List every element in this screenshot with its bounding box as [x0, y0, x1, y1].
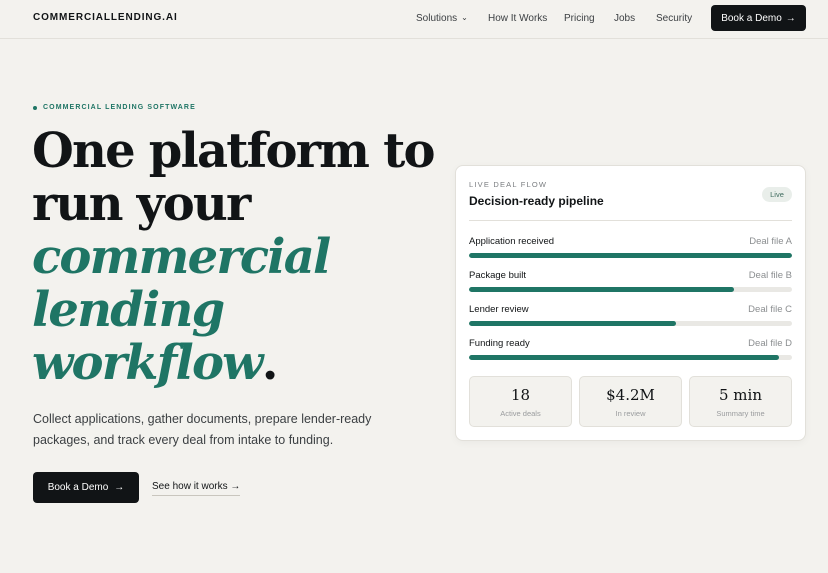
stage-label: Application received: [469, 236, 555, 247]
stat-label: Summary time: [716, 409, 765, 418]
hero-subcopy: Collect applications, gather documents, …: [33, 412, 372, 447]
nav-links: Solutions ⌄ How It Works Pricing Jobs Sec…: [0, 13, 828, 27]
pipeline-stage: Package built Deal file B: [469, 270, 792, 294]
button-label: Book a Demo: [47, 482, 109, 493]
stat-value: 5 min: [719, 386, 762, 404]
hero-headline: One platform to run your commercial lend…: [32, 125, 452, 390]
pipeline-stage: Application received Deal file A: [469, 236, 792, 260]
hero-eyebrow: COMMERCIAL LENDING SOFTWARE: [33, 104, 196, 111]
nav-item-solutions[interactable]: Solutions ⌄: [416, 13, 468, 24]
headline-line-1: One platform to: [32, 123, 435, 179]
stage-file: Deal file D: [748, 338, 792, 349]
dot-icon: [33, 105, 37, 110]
nav-item-pricing[interactable]: Pricing: [564, 13, 595, 24]
nav-item-security[interactable]: Security: [656, 13, 692, 24]
arrow-right-icon: →: [785, 12, 796, 24]
progress-track: [469, 287, 792, 292]
progress-fill: [469, 355, 780, 360]
card-eyebrow: LIVE DEAL FLOW: [469, 180, 548, 189]
link-label: See how it works: [152, 481, 228, 492]
nav-item-how-it-works[interactable]: How It Works: [488, 13, 547, 24]
progress-fill: [469, 321, 676, 326]
stat-value: $4.2M: [606, 386, 655, 404]
live-status-badge: Live: [762, 187, 792, 202]
stat-active-deals: 18 Active deals: [469, 376, 572, 427]
stage-file: Deal file A: [749, 236, 792, 247]
stage-label: Package built: [469, 270, 527, 281]
nav-book-demo-button[interactable]: Book a Demo →: [711, 5, 806, 31]
nav-item-label: Solutions: [416, 13, 458, 24]
progress-track: [469, 253, 792, 258]
progress-fill: [469, 253, 792, 258]
hero-book-demo-button[interactable]: Book a Demo →: [33, 472, 139, 503]
headline-accent-line-1: commercial: [32, 229, 331, 285]
headline-line-5: workflow.: [32, 337, 452, 390]
pipeline-stage: Lender review Deal file C: [469, 304, 792, 328]
pipeline-stage: Funding ready Deal file D: [469, 338, 792, 362]
headline-line-2: run your: [32, 176, 251, 232]
deal-flow-card: LIVE DEAL FLOW Decision-ready pipeline L…: [455, 165, 806, 441]
chevron-down-icon: ⌄: [461, 13, 468, 22]
progress-track: [469, 355, 792, 360]
nav-item-jobs[interactable]: Jobs: [614, 13, 635, 24]
stat-label: In review: [615, 409, 646, 418]
headline-accent-line-3: workflow: [32, 335, 264, 391]
headline-period: .: [261, 335, 279, 391]
card-title: Decision-ready pipeline: [469, 194, 604, 208]
stat-label: Active deals: [500, 409, 541, 418]
stat-value: 18: [510, 386, 531, 404]
stage-file: Deal file B: [748, 270, 792, 281]
headline-accent-line-2: lending: [32, 282, 225, 338]
stat-summary-time: 5 min Summary time: [689, 376, 792, 427]
progress-track: [469, 321, 792, 326]
top-navigation: COMMERCIALLENDING.AI Solutions ⌄ How It W…: [0, 0, 828, 39]
see-how-it-works-link[interactable]: See how it works →: [152, 481, 241, 496]
stage-label: Lender review: [469, 304, 529, 315]
button-label: Book a Demo: [721, 12, 782, 24]
divider: [469, 220, 792, 221]
progress-fill: [469, 287, 734, 292]
arrow-right-icon: →: [114, 482, 125, 493]
stage-label: Funding ready: [469, 338, 530, 349]
arrow-right-icon: →: [230, 481, 241, 492]
eyebrow-text: COMMERCIAL LENDING SOFTWARE: [43, 104, 196, 111]
stat-in-review: $4.2M In review: [579, 376, 682, 427]
stage-file: Deal file C: [748, 304, 792, 315]
